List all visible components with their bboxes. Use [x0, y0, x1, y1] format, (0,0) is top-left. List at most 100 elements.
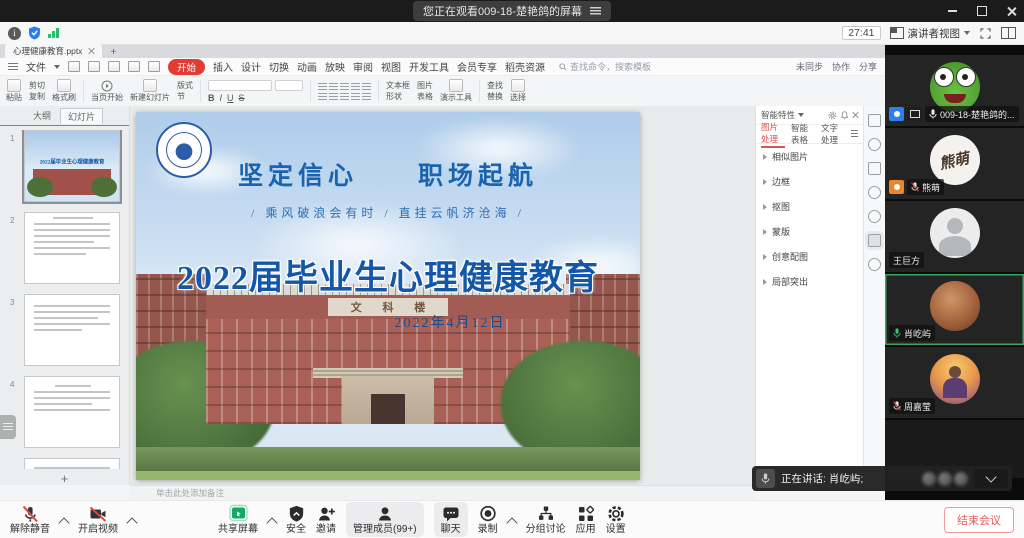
- menu-home[interactable]: 开始: [168, 59, 205, 75]
- fullscreen-icon[interactable]: [979, 27, 992, 40]
- video-options-chevron[interactable]: [126, 517, 137, 528]
- select-button[interactable]: 选择: [510, 79, 526, 102]
- share-button[interactable]: 分享: [859, 60, 877, 73]
- settings-button[interactable]: 设置: [606, 504, 626, 535]
- menu-review[interactable]: 审阅: [353, 59, 373, 74]
- cut-button[interactable]: 剪切: [29, 82, 45, 90]
- camera-tool-icon[interactable]: [868, 234, 881, 247]
- participant-tile[interactable]: 周嘉莹: [885, 347, 1024, 418]
- effects-tool-icon[interactable]: [868, 162, 881, 175]
- add-slide-button[interactable]: +: [0, 472, 129, 485]
- replace-button[interactable]: 替换: [487, 93, 503, 101]
- menu-member[interactable]: 会员专享: [457, 59, 497, 74]
- format-painter-button[interactable]: 格式刷: [52, 79, 76, 102]
- command-search[interactable]: 查找命令，搜索模板: [559, 60, 651, 73]
- bold-button[interactable]: B: [208, 94, 215, 103]
- table-button[interactable]: 表格: [417, 93, 433, 101]
- font-family-combo[interactable]: [208, 80, 272, 91]
- menu-devtools[interactable]: 开发工具: [409, 59, 449, 74]
- gear-icon[interactable]: [828, 111, 837, 120]
- more-tabs-icon[interactable]: [851, 130, 858, 138]
- share-options-chevron[interactable]: [266, 517, 277, 528]
- restore-button[interactable]: [977, 6, 987, 16]
- bullets-button[interactable]: [318, 93, 327, 100]
- invite-button[interactable]: 邀请: [316, 504, 336, 535]
- align-left-button[interactable]: [318, 83, 327, 90]
- numbering-button[interactable]: [329, 93, 338, 100]
- new-tab-button[interactable]: +: [110, 48, 116, 58]
- participant-tile[interactable]: 熊萌 熊萌: [885, 128, 1024, 199]
- justify-button[interactable]: [351, 83, 360, 90]
- indent-decrease-button[interactable]: [340, 93, 349, 100]
- shape-button[interactable]: 形状: [386, 93, 410, 101]
- item-creative-art[interactable]: 创意配图: [756, 244, 863, 269]
- participant-tile-active-speaker[interactable]: 肖屹屿: [885, 274, 1024, 345]
- tab-text-processing[interactable]: 文字处理: [821, 122, 845, 146]
- reaction-icons[interactable]: [922, 472, 968, 486]
- sort-tool-icon[interactable]: [868, 138, 881, 151]
- manage-members-button[interactable]: 管理成员(99+): [346, 502, 424, 537]
- bell-icon[interactable]: [840, 111, 849, 120]
- layout-button[interactable]: 版式: [177, 82, 193, 90]
- align-right-button[interactable]: [340, 83, 349, 90]
- slide-editor-area[interactable]: 文 科 楼 坚定信心 职场起航: [130, 106, 755, 485]
- help-tool-icon[interactable]: [868, 210, 881, 223]
- collapse-button[interactable]: [974, 469, 1008, 488]
- current-slide[interactable]: 文 科 楼 坚定信心 职场起航: [136, 112, 640, 480]
- present-tools-button[interactable]: 演示工具: [440, 79, 472, 102]
- tab-outline[interactable]: 大纲: [26, 108, 58, 123]
- distribute-button[interactable]: [362, 83, 371, 90]
- mic-tool-icon[interactable]: [868, 258, 881, 271]
- watching-pill[interactable]: 您正在观看009-18-楚艳鸽的屏幕: [413, 1, 611, 21]
- side-by-side-layout-icon[interactable]: [1001, 27, 1016, 39]
- find-button[interactable]: 查找: [487, 82, 503, 90]
- panel-caret-icon[interactable]: [798, 113, 804, 117]
- record-options-chevron[interactable]: [506, 517, 517, 528]
- close-button[interactable]: [1007, 7, 1016, 16]
- mic-options-chevron[interactable]: [58, 517, 69, 528]
- picture-button[interactable]: 图片: [417, 82, 433, 90]
- start-video-button[interactable]: 开启视频: [78, 504, 118, 535]
- tab-image-processing[interactable]: 图片处理: [761, 121, 785, 148]
- item-mask[interactable]: 蒙版: [756, 219, 863, 244]
- strikethrough-button[interactable]: S: [239, 94, 245, 103]
- new-slide-button[interactable]: 新建幻灯片: [130, 79, 170, 102]
- menu-insert[interactable]: 插入: [213, 59, 233, 74]
- underline-button[interactable]: U: [227, 94, 234, 103]
- textbox-button[interactable]: 文本框: [386, 82, 410, 90]
- slide-thumbnail-4[interactable]: [24, 376, 120, 448]
- collaborate-button[interactable]: 协作: [832, 60, 850, 73]
- minimize-button[interactable]: [948, 10, 957, 12]
- item-border[interactable]: 边框: [756, 169, 863, 194]
- style-tool-icon[interactable]: [868, 114, 881, 127]
- indent-increase-button[interactable]: [351, 93, 360, 100]
- network-signal-icon[interactable]: [48, 28, 59, 38]
- notes-bar[interactable]: 单击此处添加备注: [130, 485, 755, 500]
- save-icon[interactable]: [68, 61, 80, 72]
- item-similar-images[interactable]: 相似图片: [756, 144, 863, 169]
- security-shield-icon[interactable]: [28, 26, 41, 40]
- breakout-rooms-button[interactable]: 分组讨论: [526, 504, 566, 535]
- play-from-page-button[interactable]: 当页开始: [91, 80, 123, 102]
- sync-status[interactable]: 未同步: [796, 60, 823, 73]
- banner-menu-icon[interactable]: [590, 7, 601, 15]
- menu-slideshow[interactable]: 放映: [325, 59, 345, 74]
- tab-smart-table[interactable]: 智能表格: [791, 122, 815, 146]
- share-screen-button[interactable]: 共享屏幕: [218, 504, 258, 535]
- export-icon[interactable]: [108, 61, 120, 72]
- meeting-info-icon[interactable]: i: [8, 27, 21, 40]
- align-center-button[interactable]: [329, 83, 338, 90]
- copy-tool-icon[interactable]: [868, 186, 881, 199]
- participant-tile[interactable]: 009-18-楚艳鸽的...: [885, 55, 1024, 126]
- document-tab[interactable]: 心理健康教育.pptx: [5, 44, 102, 58]
- menu-templates[interactable]: 稻壳资源: [505, 59, 545, 74]
- item-cutout[interactable]: 抠图: [756, 194, 863, 219]
- unmute-button[interactable]: 解除静音: [10, 504, 50, 535]
- close-panel-icon[interactable]: [852, 112, 858, 118]
- paste-button[interactable]: 粘贴: [6, 79, 22, 102]
- menu-animation[interactable]: 动画: [297, 59, 317, 74]
- tab-slides[interactable]: 幻灯片: [60, 108, 103, 124]
- security-button[interactable]: 安全: [286, 504, 306, 535]
- item-local-highlight[interactable]: 局部突出: [756, 269, 863, 294]
- chat-button[interactable]: 聊天: [434, 502, 468, 537]
